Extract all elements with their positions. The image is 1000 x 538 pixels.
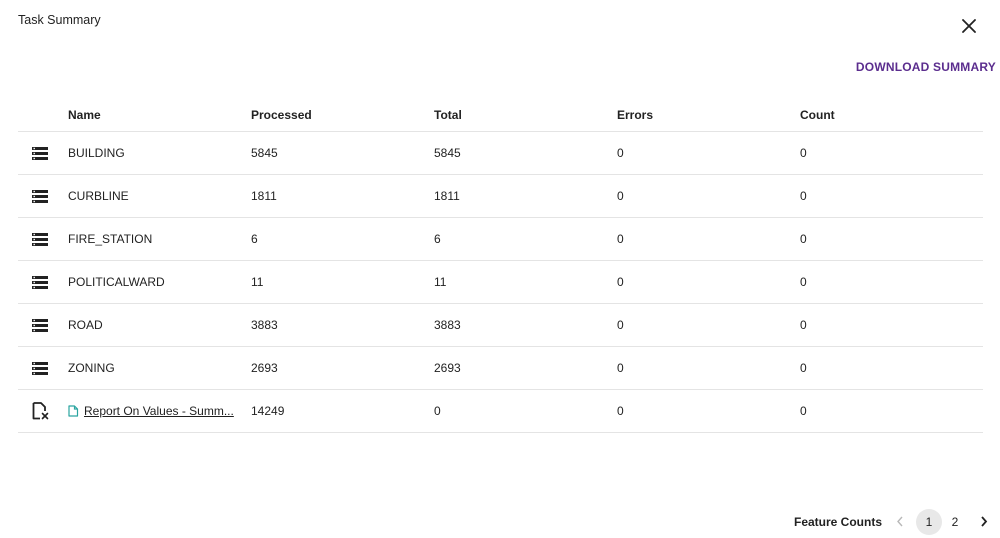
- row-total: 0: [434, 404, 441, 418]
- pagination-footer: Feature Counts 1 2: [794, 509, 988, 535]
- row-name: BUILDING: [68, 146, 125, 160]
- row-count: 0: [800, 404, 807, 418]
- list-icon: [32, 304, 54, 346]
- close-icon: [962, 19, 976, 33]
- table-row: POLITICALWARD 11 11 0 0: [18, 261, 983, 304]
- header-errors[interactable]: Errors: [617, 98, 653, 131]
- row-errors: 0: [617, 404, 624, 418]
- row-count: 0: [800, 189, 807, 203]
- row-errors: 0: [617, 146, 624, 160]
- row-name: ROAD: [68, 318, 103, 332]
- row-total: 2693: [434, 361, 461, 375]
- table-row: ZONING 2693 2693 0 0: [18, 347, 983, 390]
- row-errors: 0: [617, 189, 624, 203]
- row-processed: 5845: [251, 146, 278, 160]
- report-link[interactable]: Report On Values - Summ...: [84, 404, 234, 418]
- summary-table: Name Processed Total Errors Count BUILDI…: [18, 98, 983, 433]
- list-icon: [32, 218, 54, 260]
- row-errors: 0: [617, 275, 624, 289]
- list-icon: [32, 175, 54, 217]
- dialog-title: Task Summary: [18, 13, 101, 27]
- header-count[interactable]: Count: [800, 98, 835, 131]
- header-name[interactable]: Name: [68, 98, 238, 131]
- row-processed: 11: [251, 275, 264, 289]
- row-errors: 0: [617, 318, 624, 332]
- row-processed: 6: [251, 232, 258, 246]
- row-errors: 0: [617, 232, 624, 246]
- table-row: FIRE_STATION 6 6 0 0: [18, 218, 983, 261]
- row-count: 0: [800, 232, 807, 246]
- row-processed: 2693: [251, 361, 278, 375]
- row-processed: 14249: [251, 404, 285, 418]
- row-total: 5845: [434, 146, 461, 160]
- row-processed: 1811: [251, 189, 277, 203]
- row-total: 3883: [434, 318, 461, 332]
- list-icon: [32, 347, 54, 389]
- table-row: Report On Values - Summ... 14249 0 0 0: [18, 390, 983, 433]
- table-header-row: Name Processed Total Errors Count: [18, 98, 983, 132]
- row-count: 0: [800, 275, 807, 289]
- row-total: 6: [434, 232, 441, 246]
- row-processed: 3883: [251, 318, 278, 332]
- row-count: 0: [800, 318, 807, 332]
- table-row: BUILDING 5845 5845 0 0: [18, 132, 983, 175]
- row-name: POLITICALWARD: [68, 275, 165, 289]
- table-row: ROAD 3883 3883 0 0: [18, 304, 983, 347]
- row-name: ZONING: [68, 361, 115, 375]
- table-row: CURBLINE 1811 1811 0 0: [18, 175, 983, 218]
- page-2-button[interactable]: 2: [942, 509, 968, 535]
- close-button[interactable]: [957, 14, 981, 38]
- row-count: 0: [800, 361, 807, 375]
- row-total: 1811: [434, 189, 460, 203]
- row-name: FIRE_STATION: [68, 232, 153, 246]
- previous-page-button[interactable]: [896, 514, 904, 530]
- feature-counts-label: Feature Counts: [793, 515, 882, 529]
- next-page-button[interactable]: [980, 514, 988, 530]
- download-summary-button[interactable]: DOWNLOAD SUMMARY: [856, 60, 996, 74]
- row-errors: 0: [617, 361, 624, 375]
- report-file-icon: [32, 390, 54, 432]
- page-1-button[interactable]: 1: [916, 509, 942, 535]
- row-total: 11: [434, 275, 447, 289]
- report-name-cell: Report On Values - Summ...: [68, 390, 238, 432]
- document-link-icon: [68, 405, 79, 417]
- chevron-right-icon: [981, 516, 988, 527]
- chevron-left-icon: [897, 516, 903, 527]
- header-processed[interactable]: Processed: [251, 98, 312, 131]
- list-icon: [32, 132, 54, 174]
- header-total[interactable]: Total: [434, 98, 462, 131]
- list-icon: [32, 261, 54, 303]
- row-count: 0: [800, 146, 807, 160]
- row-name: CURBLINE: [68, 189, 129, 203]
